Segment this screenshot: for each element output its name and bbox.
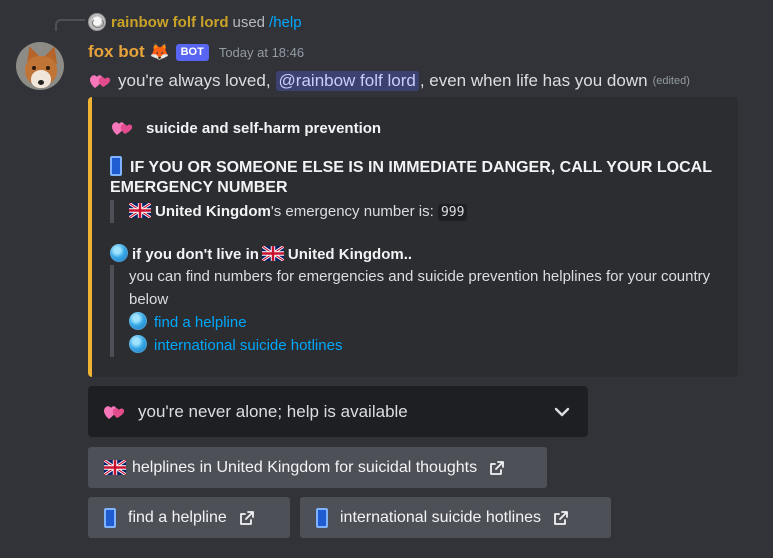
- emergency-text: 's emergency number is:: [270, 203, 434, 220]
- international-hotlines-button[interactable]: international suicide hotlines: [300, 497, 611, 538]
- embed-title: IF YOU OR SOMEONE ELSE IS IN IMMEDIATE D…: [110, 156, 730, 198]
- select-label: you're never alone; help is available: [138, 401, 408, 421]
- fox-eye: [46, 66, 50, 70]
- message-content: you're always loved, @rainbow folf lord …: [88, 68, 690, 94]
- message-header: fox bot 🦊 BOT Today at 18:46: [88, 40, 304, 64]
- uk-flag-icon: [129, 203, 151, 218]
- emergency-number-quote: United Kingdom's emergency number is: 99…: [110, 200, 468, 223]
- helplines-quote: you can find numbers for emergencies and…: [110, 265, 730, 357]
- chevron-down-icon[interactable]: [552, 402, 572, 422]
- user-mention[interactable]: @rainbow folf lord: [275, 71, 419, 91]
- link-row-intl-hotlines: international suicide hotlines: [129, 334, 730, 357]
- phone-icon: [110, 156, 122, 176]
- not-live-prefix: if you don't live in: [132, 246, 259, 263]
- edited-label: (edited): [652, 75, 690, 87]
- not-live-country: United Kingdom..: [287, 246, 413, 263]
- embed-card: suicide and self-harm prevention IF YOU …: [88, 97, 738, 377]
- avatar[interactable]: [16, 42, 64, 90]
- not-live-heading: if you don't live in United Kingdom..: [110, 244, 412, 263]
- message-text-after: , even when life has you down: [419, 71, 648, 90]
- help-select-menu[interactable]: you're never alone; help is available: [88, 386, 588, 437]
- fox-muzzle: [31, 70, 51, 88]
- link-row-find-helpline: find a helpline: [129, 311, 730, 334]
- reply-username[interactable]: rainbow folf lord: [111, 14, 229, 31]
- emergency-number: 999: [437, 204, 468, 221]
- uk-flag-icon: [261, 246, 284, 261]
- find-numbers-text: you can find numbers for emergencies and…: [129, 268, 711, 308]
- hearts-icon: [90, 75, 111, 88]
- hearts-icon: [112, 122, 133, 135]
- reply-connector: [55, 19, 85, 31]
- find-helpline-label: find a helpline: [128, 508, 227, 526]
- globe-icon: [129, 335, 147, 353]
- uk-helplines-button[interactable]: helplines in United Kingdom for suicidal…: [88, 447, 547, 488]
- fox-eye: [32, 66, 36, 70]
- embed-title-text: IF YOU OR SOMEONE ELSE IS IN IMMEDIATE D…: [110, 159, 712, 196]
- reply-avatar[interactable]: [88, 13, 106, 31]
- phone-icon: [104, 507, 116, 528]
- reply-used-text: used: [232, 13, 266, 31]
- timestamp[interactable]: Today at 18:46: [219, 45, 304, 60]
- uk-helplines-label: helplines in United Kingdom for suicidal…: [132, 458, 478, 476]
- globe-icon: [110, 244, 128, 262]
- external-link-icon: [554, 510, 568, 525]
- international-hotlines-link[interactable]: international suicide hotlines: [154, 337, 342, 354]
- reply-command[interactable]: /help: [269, 14, 302, 31]
- find-helpline-button[interactable]: find a helpline: [88, 497, 290, 538]
- find-helpline-link[interactable]: find a helpline: [154, 314, 247, 331]
- uk-flag-icon: [104, 460, 126, 475]
- international-hotlines-label: international suicide hotlines: [340, 508, 542, 526]
- globe-icon: [129, 312, 147, 330]
- phone-icon: [316, 507, 328, 528]
- message-text-before: you're always loved,: [118, 71, 271, 90]
- reply-reference[interactable]: rainbow folf lord used /help: [88, 11, 302, 33]
- external-link-icon: [239, 510, 254, 525]
- fox-nose: [38, 80, 44, 85]
- embed-author-name: suicide and self-harm prevention: [146, 119, 382, 137]
- embed-author: suicide and self-harm prevention: [110, 119, 381, 137]
- fox-icon: 🦊: [149, 44, 170, 61]
- username[interactable]: fox bot: [88, 42, 145, 62]
- external-link-icon: [490, 460, 504, 475]
- bot-badge: BOT: [175, 43, 209, 61]
- hearts-icon: [104, 405, 125, 419]
- country-name: United Kingdom: [155, 203, 271, 220]
